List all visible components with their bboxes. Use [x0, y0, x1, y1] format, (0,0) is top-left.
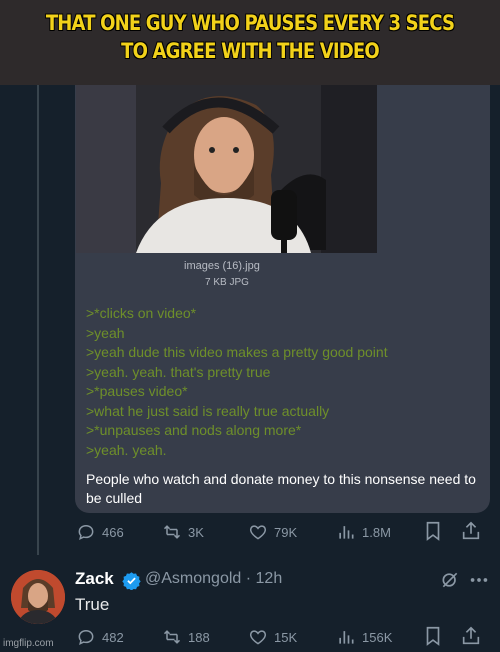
reply-text: True	[75, 595, 110, 614]
repost-icon	[163, 630, 181, 644]
views-button[interactable]: 156K	[336, 625, 392, 649]
attachment-file-name: images (16).jpg	[184, 260, 260, 272]
view-count: 1.8M	[362, 524, 391, 540]
imgflip-watermark: imgflip.com	[3, 638, 54, 649]
reply-count: 466	[102, 524, 124, 540]
reply-timestamp[interactable]: 12h	[256, 570, 283, 587]
post-action-bar: 466 3K 79K 1.8M	[0, 520, 500, 544]
like-count: 79K	[274, 524, 298, 540]
meme-caption-banner: THAT ONE GUY WHO PAUSES EVERY 3 SECS TO …	[0, 0, 500, 85]
bookmark-icon[interactable]	[422, 625, 444, 647]
repost-count: 188	[188, 629, 210, 645]
reply-button[interactable]: 482	[76, 625, 124, 649]
meme-caption: THAT ONE GUY WHO PAUSES EVERY 3 SECS TO …	[45, 11, 455, 63]
greentext-line: >*pauses video*	[86, 383, 188, 399]
analytics-icon	[339, 631, 354, 644]
reply-icon	[78, 629, 94, 645]
greentext-line: >what he just said is really true actual…	[86, 402, 330, 419]
greentext-line: >yeah. yeah.	[86, 441, 167, 458]
attached-photo[interactable]	[76, 85, 377, 253]
reply-count: 482	[102, 629, 124, 645]
greentext-block: >*clicks on video* >yeah >yeah dude this…	[86, 304, 481, 460]
reply-icon	[78, 524, 94, 540]
analytics-icon	[339, 526, 354, 539]
heart-icon	[249, 630, 267, 645]
reply-author-meta: @Asmongold · 12h	[145, 570, 282, 588]
reply-action-bar: 482 188 15K 156K	[0, 625, 500, 649]
reply-author-name[interactable]: Zack	[75, 569, 114, 589]
like-count: 15K	[274, 629, 298, 645]
repost-button[interactable]: 3K	[162, 520, 204, 544]
like-button[interactable]: 15K	[248, 625, 297, 649]
quoted-post-text: People who watch and donate money to thi…	[86, 471, 476, 506]
grok-icon[interactable]	[440, 570, 460, 590]
like-button[interactable]: 79K	[248, 520, 297, 544]
greentext-line: >yeah. yeah. that's pretty true	[86, 363, 271, 380]
thread-connector-line	[37, 85, 39, 555]
greentext-line: >*unpauses and nods along more*	[86, 422, 302, 438]
repost-icon	[163, 525, 181, 539]
avatar[interactable]	[11, 570, 65, 624]
greentext-line: >yeah dude this video makes a pretty goo…	[86, 344, 388, 360]
separator-dot: ·	[241, 570, 256, 587]
reply-handle[interactable]: @Asmongold	[145, 570, 241, 587]
bookmark-icon[interactable]	[422, 520, 444, 542]
share-icon[interactable]	[460, 625, 482, 647]
greentext-line: >yeah	[86, 324, 125, 341]
verified-badge-icon	[122, 572, 141, 590]
view-count: 156K	[362, 629, 393, 645]
views-button[interactable]: 1.8M	[336, 520, 391, 544]
share-icon[interactable]	[460, 520, 482, 542]
attachment-file-meta: 7 KB JPG	[205, 277, 249, 288]
greentext-line: >*clicks on video*	[86, 305, 197, 321]
more-options-icon[interactable]	[468, 570, 490, 590]
reply-button[interactable]: 466	[76, 520, 124, 544]
heart-icon	[249, 525, 267, 540]
repost-button[interactable]: 188	[162, 625, 210, 649]
repost-count: 3K	[188, 524, 204, 540]
